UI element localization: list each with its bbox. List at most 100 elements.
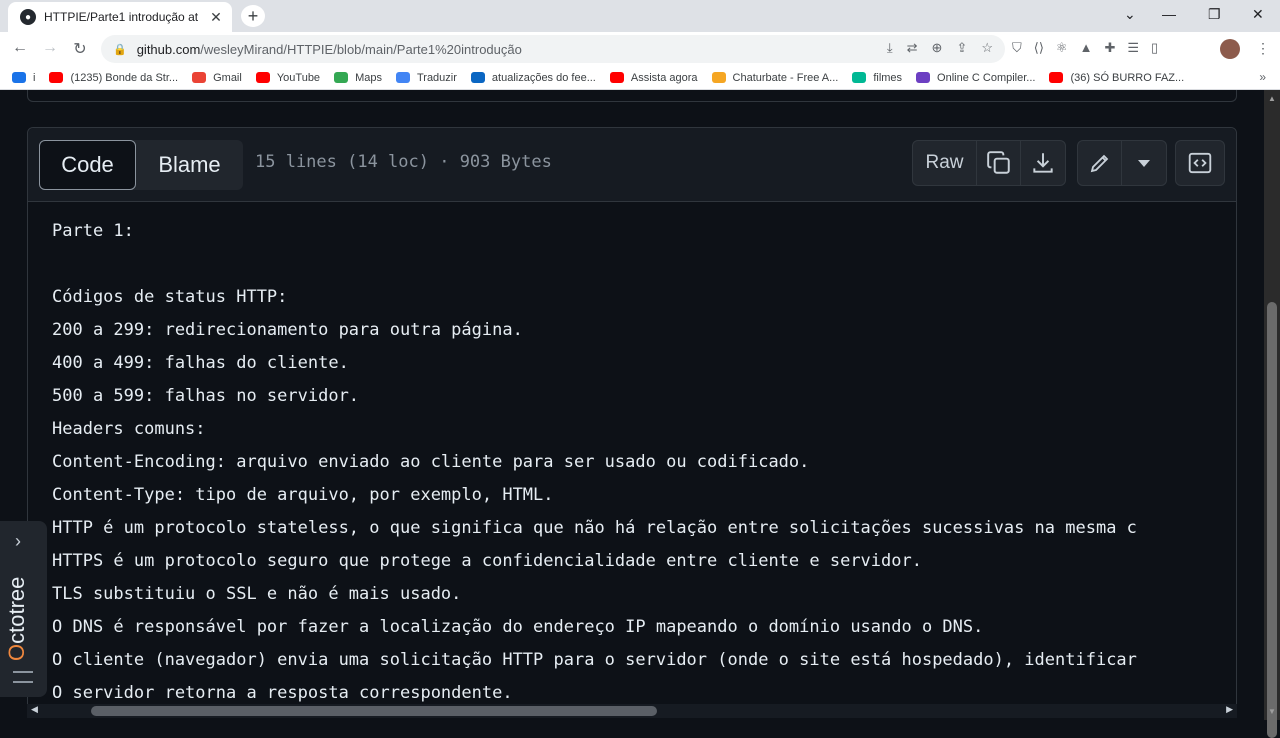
code-line: Headers comuns:: [52, 419, 206, 439]
reload-icon[interactable]: ↻: [70, 39, 90, 59]
minimize-icon[interactable]: —: [1162, 6, 1176, 22]
bookmark-label: filmes: [873, 71, 903, 84]
menu-icon[interactable]: ⋮: [1256, 40, 1270, 57]
browser-tab[interactable]: ● HTTPIE/Parte1 introdução at main · wes…: [8, 2, 232, 32]
translate-icon[interactable]: ⇄: [907, 40, 918, 56]
vertical-scrollbar[interactable]: ▲ ▼: [1264, 90, 1280, 738]
code-line: Parte 1:: [52, 221, 134, 241]
bookmark-item[interactable]: i: [12, 72, 35, 84]
compiler-icon: [916, 72, 931, 83]
app-icon: [12, 72, 26, 83]
react-icon[interactable]: ⚛: [1056, 40, 1068, 56]
view-toggle: Code Blame: [39, 140, 243, 190]
bookmark-item[interactable]: (36) SÓ BURRO FAZ...: [1049, 72, 1184, 84]
horizontal-scrollbar[interactable]: ◀ ▶: [27, 704, 1237, 718]
scroll-down-icon[interactable]: ▼: [1268, 707, 1276, 716]
bookmark-item[interactable]: Traduzir: [395, 72, 457, 84]
scroll-left-icon[interactable]: ◀: [31, 704, 38, 715]
bookmarks-overflow-icon[interactable]: »: [1259, 70, 1266, 84]
bookmark-item[interactable]: Gmail: [192, 72, 242, 84]
youtube-icon: [255, 72, 270, 83]
raw-button[interactable]: Raw: [913, 141, 977, 185]
octotree-panel[interactable]: › Octotree: [0, 521, 47, 697]
scrollbar-thumb[interactable]: [1267, 302, 1277, 738]
edit-button[interactable]: [1078, 141, 1122, 185]
blame-tab[interactable]: Blame: [136, 140, 243, 190]
bookmark-item[interactable]: (1235) Bonde da Str...: [49, 72, 178, 84]
browser-toolbar: ← → ↻ 🔒 github.com /wesleyMirand/HTTPIE/…: [0, 32, 1280, 66]
profile-avatar[interactable]: [1220, 39, 1240, 59]
lock-icon[interactable]: 🔒: [113, 43, 127, 56]
file-info: 15 lines (14 loc) · 903 Bytes: [255, 152, 552, 172]
github-page: Code Blame 15 lines (14 loc) · 903 Bytes…: [0, 90, 1264, 704]
bookmark-item[interactable]: Maps: [334, 72, 382, 84]
code-tab[interactable]: Code: [39, 140, 136, 190]
url-path: /wesleyMirand/HTTPIE/blob/main/Parte1%20…: [200, 41, 522, 57]
play-icon: [852, 72, 867, 83]
scroll-up-icon[interactable]: ▲: [1268, 94, 1276, 103]
tab-title: HTTPIE/Parte1 introdução at main · wesle…: [44, 10, 202, 24]
edit-dropdown-button[interactable]: [1122, 141, 1166, 185]
code-content: Parte 1: Códigos de status HTTP: 200 a 299…: [28, 202, 1236, 704]
bookmark-item[interactable]: YouTube: [255, 71, 321, 84]
address-bar[interactable]: 🔒 github.com /wesleyMirand/HTTPIE/blob/m…: [101, 35, 1005, 63]
maximize-icon[interactable]: ❐: [1208, 6, 1221, 23]
zoom-icon[interactable]: ⊕: [932, 40, 943, 56]
bookmark-item[interactable]: atualizações do fee...: [470, 71, 596, 84]
copy-button[interactable]: [977, 141, 1021, 185]
chevron-right-icon[interactable]: ›: [15, 531, 21, 552]
code-line: HTTP é um protocolo stateless, o que sig…: [52, 518, 1137, 538]
code-line: O servidor retorna a resposta correspond…: [52, 683, 513, 703]
share-icon[interactable]: ⇪: [956, 40, 967, 56]
code-line: Códigos de status HTTP:: [52, 287, 288, 307]
grip-icon[interactable]: [13, 671, 33, 683]
file-header: Code Blame 15 lines (14 loc) · 903 Bytes…: [28, 128, 1236, 202]
bookmark-label: Maps: [355, 71, 382, 84]
bookmark-label: (36) SÓ BURRO FAZ...: [1070, 71, 1185, 84]
reading-list-icon[interactable]: ☰: [1127, 40, 1139, 56]
caret-down-icon: [1138, 160, 1150, 167]
bookmark-label: Online C Compiler...: [937, 71, 1036, 84]
tab-strip: ● HTTPIE/Parte1 introdução at main · wes…: [0, 0, 1280, 32]
back-icon[interactable]: ←: [10, 39, 30, 57]
bookmark-label: i: [33, 71, 36, 84]
symbols-button[interactable]: [1175, 140, 1225, 186]
tab-search-icon[interactable]: ⌄: [1124, 6, 1136, 23]
close-icon[interactable]: ✕: [208, 9, 224, 26]
shield-icon[interactable]: ⛉: [1012, 40, 1022, 56]
bookmark-label: (1235) Bonde da Str...: [70, 71, 179, 84]
code-line: 200 a 299: redirecionamento para outra p…: [52, 320, 523, 340]
scrollbar-thumb[interactable]: [91, 706, 657, 716]
bookmark-label: YouTube: [276, 71, 321, 84]
code-line: O DNS é responsável por fazer a localiza…: [52, 617, 984, 637]
chaturbate-icon: [711, 72, 726, 83]
code-line: HTTPS é um protocolo seguro que protege …: [52, 551, 922, 571]
bookmark-item[interactable]: Chaturbate - Free A...: [711, 71, 839, 84]
puzzle-icon[interactable]: ✚: [1104, 40, 1115, 56]
forward-icon[interactable]: →: [40, 39, 60, 57]
new-tab-button[interactable]: +: [241, 5, 265, 27]
extension-icon[interactable]: ▲: [1080, 40, 1093, 56]
file-viewer: Code Blame 15 lines (14 loc) · 903 Bytes…: [27, 127, 1237, 704]
side-panel-icon[interactable]: ▯: [1151, 40, 1158, 56]
youtube-icon: [609, 72, 624, 83]
bookmark-item[interactable]: Online C Compiler...: [916, 72, 1035, 84]
code-square-icon: [1188, 152, 1212, 174]
code-line: Content-Type: tipo de arquivo, por exemp…: [52, 485, 554, 505]
download-icon: [1033, 153, 1053, 173]
code-line: TLS substituiu o SSL e não é mais usado.: [52, 584, 462, 604]
copy-icon: [986, 151, 1010, 174]
download-button[interactable]: [1021, 141, 1065, 185]
download-icon[interactable]: ⤓: [887, 40, 893, 56]
bookmark-label: atualizações do fee...: [491, 71, 596, 84]
scroll-right-icon[interactable]: ▶: [1226, 704, 1233, 715]
octotree-label: Octotree: [4, 576, 29, 661]
bookmark-item[interactable]: Assista agora: [609, 72, 698, 84]
window-close-icon[interactable]: ✕: [1252, 6, 1264, 23]
bookmark-star-icon[interactable]: ☆: [981, 40, 993, 56]
gmail-icon: [192, 72, 207, 83]
bookmark-label: Chaturbate - Free A...: [732, 71, 839, 84]
extension-icon[interactable]: ⟨⟩: [1034, 40, 1044, 56]
bookmark-item[interactable]: filmes: [852, 72, 902, 84]
